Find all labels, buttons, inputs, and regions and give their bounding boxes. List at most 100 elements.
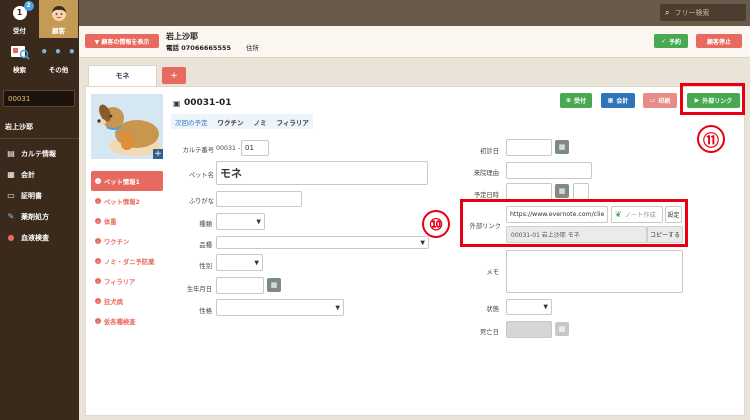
certificate-icon: ▭ [7, 191, 15, 200]
tab-flea[interactable]: ノミ [254, 117, 267, 127]
free-search-input[interactable]: ⌕ フリー検索 [660, 4, 746, 21]
nav-customer[interactable]: 顧客 [39, 0, 78, 38]
tab-next-schedule[interactable]: 次回の予定 [175, 117, 208, 127]
temper-label: 性格 [199, 308, 212, 315]
register-icon: ▦ [607, 97, 614, 104]
sidebar-item-certificate[interactable]: ▭ 証明書 [0, 185, 79, 206]
sidebar-item-blood-test[interactable]: ● 血液検査 [0, 227, 79, 248]
chevron-right-icon: › [95, 198, 101, 204]
due-date-input[interactable] [506, 183, 552, 200]
customer-face-icon [51, 5, 66, 21]
species-label: 種類 [199, 221, 212, 228]
sex-select[interactable]: ▼ [216, 254, 263, 271]
pet-name-label: ペット名 [188, 172, 214, 179]
memo-textarea[interactable] [506, 250, 683, 293]
tab-filaria[interactable]: フィラリア [277, 117, 309, 127]
chevron-down-icon: ▼ [335, 304, 340, 311]
owner-phone: 電話 07066665555 [166, 42, 231, 52]
tab-vaccine[interactable]: ワクチン [218, 117, 244, 127]
pet-id: 00031-01 [184, 98, 232, 108]
nav-search[interactable]: 検索 [0, 39, 39, 77]
death-date-label: 死亡日 [480, 329, 499, 336]
medicine-icon: ✎ [7, 212, 15, 221]
chevron-down-icon: ▼ [254, 259, 259, 266]
sidebar-item-prescription[interactable]: ✎ 薬剤処方 [0, 206, 79, 227]
first-visit-input[interactable] [506, 139, 552, 156]
sidebar-nav: 12 受付 顧客 検索 • • • その他 [0, 0, 79, 78]
callout-11: ⑪ [697, 125, 725, 153]
phone-label: 電話 [166, 44, 179, 52]
pet-menu-item[interactable]: › 仮各種検査 [91, 311, 163, 331]
calendar-icon: ▦ [555, 322, 569, 336]
chart-card-icon: ▤ [7, 149, 15, 158]
calendar-icon[interactable]: ▦ [555, 140, 569, 154]
species-select[interactable]: ▼ [216, 213, 265, 230]
pet-name-input[interactable]: モネ [216, 161, 428, 185]
pet-menu-item[interactable]: › ワクチン [91, 231, 163, 251]
birth-date-input[interactable] [216, 277, 264, 294]
nav-other[interactable]: • • • その他 [39, 39, 78, 77]
sidebar-item-label: 会計 [21, 170, 35, 179]
chevron-right-icon: › [95, 298, 101, 304]
sidebar-patient-name: 岩上沙耶 [5, 123, 33, 131]
visit-reason-input[interactable] [506, 162, 592, 179]
sidebar-item-label: カルテ情報 [21, 149, 56, 158]
due-time-input[interactable] [573, 183, 589, 200]
reception-icon: 12 [12, 0, 34, 20]
pet-menu-item[interactable]: › ペット情報2 [91, 191, 163, 211]
pet-photo[interactable]: + [91, 94, 163, 159]
furigana-label: ふりがな [188, 198, 214, 205]
chevron-right-icon: › [95, 218, 101, 224]
highlight-external-link [460, 199, 688, 247]
birth-date-label: 生年月日 [186, 286, 212, 293]
sex-label: 性別 [199, 263, 212, 270]
highlight-external-button [680, 83, 745, 115]
sidebar-item-label: 薬剤処方 [21, 212, 49, 221]
reserve-button[interactable]: ✓ 予約 [654, 34, 688, 48]
chevron-down-icon: ▼ [420, 239, 425, 246]
tab-pet-monet[interactable]: モネ [88, 65, 157, 86]
pet-schedule-tabs: 次回の予定 ワクチン ノミ フィラリア [171, 114, 313, 129]
patient-id-box: 00031 [3, 90, 75, 107]
calendar-icon[interactable]: ▦ [555, 184, 569, 198]
pet-menu-item[interactable]: › 狂犬病 [91, 291, 163, 311]
pet-menu-item[interactable]: › 体重 [91, 211, 163, 231]
pet-info-menu: › ペット情報1 › ペット情報2 › 体重 › ワクチン › ノミ・ダニ予防薬 › フィラ… [91, 171, 163, 331]
phone-value: 07066665555 [181, 44, 232, 52]
chevron-right-icon: › [95, 238, 101, 244]
status-label: 状態 [486, 306, 499, 313]
nav-reception[interactable]: 12 受付 [0, 0, 39, 38]
status-select[interactable]: ▼ [506, 299, 552, 315]
reception-button[interactable]: ⊕ 受付 [560, 93, 592, 108]
sidebar-menu: ▤ カルテ情報 ▦ 会計 ▭ 証明書 ✎ 薬剤処方 ● 血液検査 [0, 143, 79, 248]
address-label: 住所 [246, 44, 259, 52]
chevron-right-icon: › [95, 178, 101, 184]
print-button[interactable]: ▭ 印刷 [643, 93, 677, 108]
temper-select[interactable]: ▼ [216, 299, 344, 316]
chevron-right-icon: › [95, 318, 101, 324]
show-customer-info-button[interactable]: ▼ 顧客の情報を表示 [85, 34, 159, 48]
chevron-right-icon: › [95, 278, 101, 284]
visit-reason-label: 来院理由 [473, 170, 499, 177]
pet-menu-item[interactable]: › フィラリア [91, 271, 163, 291]
death-date-input [506, 321, 552, 338]
print-icon: ▭ [649, 97, 656, 104]
add-pet-tab-button[interactable]: + [162, 67, 186, 84]
karte-number-label: カルテ番号 [182, 147, 214, 154]
sidebar-item-chart-info[interactable]: ▤ カルテ情報 [0, 143, 79, 164]
accounting-button[interactable]: ▦ 会計 [601, 93, 635, 108]
check-icon: ✓ [660, 37, 666, 45]
pet-menu-item[interactable]: › ペット情報1 [91, 171, 163, 191]
furigana-input[interactable] [216, 191, 302, 207]
breed-select[interactable]: ▼ [216, 236, 429, 249]
sidebar-item-accounting[interactable]: ▦ 会計 [0, 164, 79, 185]
pet-menu-item[interactable]: › ノミ・ダニ予防薬 [91, 251, 163, 271]
karte-prefix: 00031 - [216, 145, 241, 152]
calendar-icon[interactable]: ▦ [267, 278, 281, 292]
karte-suffix-input[interactable]: 01 [241, 140, 269, 156]
reception-count-badge: 2 [23, 0, 34, 11]
stop-customer-button[interactable]: 顧客停止 [696, 34, 742, 48]
accounting-icon: ▦ [7, 170, 15, 179]
pet-tabs: モネ + [79, 58, 750, 86]
add-photo-icon[interactable]: + [153, 149, 163, 159]
